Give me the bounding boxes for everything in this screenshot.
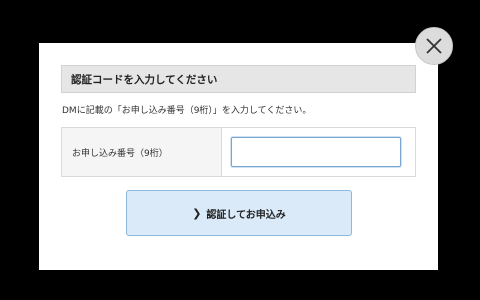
application-number-cell [222, 128, 415, 176]
application-number-label: お申し込み番号（9桁） [62, 128, 222, 176]
chevron-right-icon: ❯ [192, 206, 202, 220]
application-number-row: お申し込み番号（9桁） [61, 127, 416, 177]
authenticate-submit-button[interactable]: ❯ 認証してお申込み [126, 190, 352, 236]
close-icon [426, 38, 442, 54]
application-number-input[interactable] [231, 137, 401, 167]
modal-heading: 認証コードを入力してください [61, 65, 416, 93]
close-button[interactable] [415, 27, 453, 65]
submit-button-label: 認証してお申込み [206, 209, 286, 221]
auth-code-modal: 認証コードを入力してください DMに記載の「お申し込み番号（9桁）」を入力してく… [39, 43, 438, 270]
modal-description: DMに記載の「お申し込み番号（9桁）」を入力してください。 [62, 106, 312, 116]
